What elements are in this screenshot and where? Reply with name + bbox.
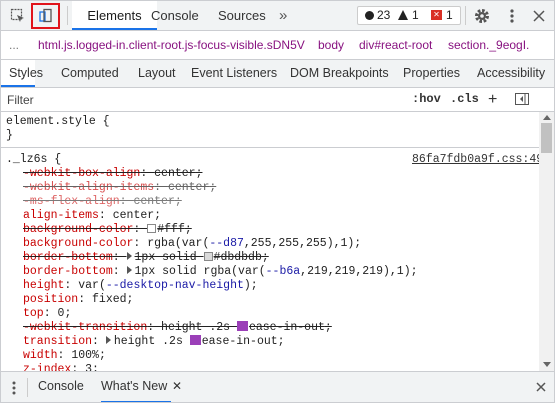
expand-triangle-icon[interactable] <box>126 252 132 260</box>
styles-scrollbar[interactable] <box>539 112 554 371</box>
easing-curve-icon[interactable] <box>236 321 248 331</box>
declaration[interactable]: width: 100%; <box>23 349 106 362</box>
easing-curve-icon[interactable] <box>189 335 201 345</box>
bottom-drawer: Console What's New ✕ <box>1 371 554 402</box>
warning-icon <box>398 10 408 20</box>
tab-console[interactable]: Console <box>151 1 199 30</box>
info-count: 23 <box>377 8 391 22</box>
scroll-up-arrow-icon[interactable] <box>543 115 551 120</box>
tab-elements[interactable]: Elements <box>72 1 157 30</box>
element-style-selector[interactable]: element.style { <box>6 115 110 128</box>
toolbar-separator <box>67 6 68 25</box>
more-options-icon[interactable] <box>507 6 517 26</box>
breadcrumb-item-section[interactable]: section._9eogI. <box>448 31 529 59</box>
filter-input[interactable] <box>7 92 307 107</box>
close-drawer-icon[interactable] <box>534 380 548 394</box>
declaration[interactable]: background-color: rgba(var(--d87,255,255… <box>23 237 361 250</box>
toolbar-separator <box>465 6 466 25</box>
breadcrumb: ... html.js.logged-in.client-root.js-foc… <box>1 31 554 60</box>
inspect-element-icon[interactable] <box>5 1 31 30</box>
expand-triangle-icon[interactable] <box>105 336 111 344</box>
devtools-window: Elements Console Sources » 23 1 ✕ 1 ... … <box>0 0 555 403</box>
declaration[interactable]: z-index: 3; <box>23 363 99 371</box>
issue-counters[interactable]: 23 1 ✕ 1 <box>357 6 461 25</box>
element-style-close: } <box>6 129 13 142</box>
expand-triangle-icon[interactable] <box>126 266 132 274</box>
drawer-tab-whats-new[interactable]: What's New <box>101 372 172 402</box>
tab-accessibility[interactable]: Accessibility <box>477 60 545 87</box>
info-dot-icon <box>365 11 374 20</box>
drawer-separator <box>27 378 28 397</box>
new-style-rule-button[interactable]: + <box>488 88 497 111</box>
warning-count: 1 <box>412 8 419 22</box>
declaration[interactable]: -webkit-align-items: center; <box>23 181 216 194</box>
tab-styles[interactable]: Styles <box>1 60 43 87</box>
color-swatch[interactable] <box>203 252 213 261</box>
declaration[interactable]: position: fixed; <box>23 293 133 306</box>
filter-bar: :hov .cls + <box>1 88 554 112</box>
tab-properties[interactable]: Properties <box>403 60 460 87</box>
drawer-menu-icon[interactable] <box>11 380 17 396</box>
drawer-tab-console[interactable]: Console <box>38 372 84 402</box>
breadcrumb-item-react-root[interactable]: div#react-root <box>359 31 432 59</box>
color-swatch[interactable] <box>147 224 157 233</box>
rule-source-link[interactable]: 86fa7fdb0a9f.css:49 <box>412 153 539 166</box>
toggle-sidebar-icon[interactable] <box>515 93 529 105</box>
breadcrumb-item-html[interactable]: html.js.logged-in.client-root.js-focus-v… <box>38 31 305 59</box>
class-toggle[interactable]: .cls <box>450 92 479 106</box>
close-devtools-icon[interactable] <box>531 6 547 26</box>
tab-layout[interactable]: Layout <box>138 60 176 87</box>
more-tabs-button[interactable]: » <box>279 1 287 30</box>
settings-gear-icon[interactable] <box>472 6 492 26</box>
declaration[interactable]: -ms-flex-align: center; <box>23 195 182 208</box>
declaration[interactable]: border-bottom: 1px solid #dbdbdb; <box>23 251 269 264</box>
breadcrumb-item-body[interactable]: body <box>318 31 344 59</box>
tab-dom-breakpoints[interactable]: DOM Breakpoints <box>290 60 389 87</box>
styles-subtabs: Styles Computed Layout Event Listeners D… <box>1 60 554 88</box>
hover-state-toggle[interactable]: :hov <box>412 92 441 106</box>
tab-event-listeners[interactable]: Event Listeners <box>191 60 277 87</box>
declaration[interactable]: background-color: #fff; <box>23 223 192 236</box>
declaration[interactable]: transition: height .2s ease-in-out; <box>23 335 285 348</box>
tab-computed[interactable]: Computed <box>61 60 119 87</box>
declaration[interactable]: border-bottom: 1px solid rgba(var(--b6a,… <box>23 265 418 278</box>
rule-divider <box>1 147 539 148</box>
rule-selector[interactable]: ._lz6s { <box>6 153 61 166</box>
error-icon: ✕ <box>431 10 442 20</box>
highlight-box <box>31 3 60 29</box>
styles-pane: element.style { } ._lz6s { 86fa7fdb0a9f.… <box>1 112 539 371</box>
declaration[interactable]: -webkit-transition: height .2s ease-in-o… <box>23 321 332 334</box>
breadcrumb-overflow[interactable]: ... <box>9 31 19 59</box>
declaration[interactable]: -webkit-box-align: center; <box>23 167 202 180</box>
scroll-thumb[interactable] <box>541 123 552 153</box>
close-whats-new-icon[interactable]: ✕ <box>172 372 182 402</box>
device-toolbar-icon[interactable] <box>29 1 63 30</box>
declaration[interactable]: top: 0; <box>23 307 71 320</box>
declaration[interactable]: height: var(--desktop-nav-height); <box>23 279 258 292</box>
error-count: 1 <box>446 8 453 22</box>
scroll-down-arrow-icon[interactable] <box>543 362 551 367</box>
main-toolbar: Elements Console Sources » 23 1 ✕ 1 <box>1 1 554 31</box>
declaration[interactable]: align-items: center; <box>23 209 161 222</box>
tab-sources[interactable]: Sources <box>218 1 266 30</box>
